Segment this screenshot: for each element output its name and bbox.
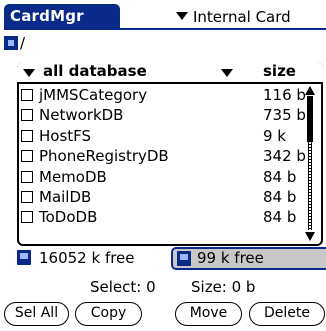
copy-button[interactable]: Copy — [75, 302, 142, 326]
db-size: 735 b — [263, 106, 306, 125]
db-name: jMMSCategory — [39, 86, 148, 104]
free-space-bar: 16052 k free 99 k free — [17, 247, 326, 271]
sel-all-button[interactable]: Sel All — [4, 302, 69, 326]
db-name: MemoDB — [39, 167, 107, 186]
db-size: 342 b — [263, 147, 306, 166]
current-path: / — [20, 34, 26, 52]
card-free-tab[interactable]: 99 k free — [171, 247, 326, 270]
path-bar[interactable]: / — [4, 34, 324, 56]
db-name: MailDB — [39, 187, 92, 206]
list-header: all database size — [17, 62, 323, 84]
row-checkbox[interactable] — [21, 89, 33, 101]
list-item[interactable]: jMMSCategory 116 b — [17, 85, 306, 105]
row-checkbox[interactable] — [21, 211, 33, 224]
scroll-thumb[interactable] — [307, 96, 313, 142]
db-size: 84 b — [263, 187, 297, 206]
db-size: 116 b — [263, 86, 306, 104]
move-button[interactable]: Move — [175, 302, 242, 326]
db-size: 9 k — [263, 126, 286, 145]
category-dropdown-icon[interactable] — [23, 69, 35, 77]
card-free-text: 99 k free — [197, 249, 264, 267]
sort-dropdown-icon[interactable] — [221, 69, 233, 77]
list-rows: jMMSCategory 116 b NetworkDB 735 b HostF… — [17, 85, 306, 228]
db-size: 84 b — [263, 208, 297, 227]
internal-free-text: 16052 k free — [39, 249, 135, 267]
row-checkbox[interactable] — [21, 109, 33, 122]
row-checkbox[interactable] — [21, 150, 33, 163]
size-column-header[interactable]: size — [263, 62, 296, 81]
db-name: ToDoDB — [39, 208, 98, 227]
row-checkbox[interactable] — [21, 170, 33, 183]
db-name: HostFS — [39, 126, 92, 145]
title-underline — [4, 28, 326, 30]
delete-button[interactable]: Delete — [249, 302, 325, 326]
row-checkbox[interactable] — [21, 129, 33, 142]
folder-icon — [4, 36, 18, 50]
list-item[interactable]: HostFS 9 k — [17, 126, 301, 146]
list-item[interactable]: MailDB 84 b — [17, 187, 301, 207]
internal-memory-icon — [17, 250, 31, 265]
list-item[interactable]: NetworkDB 735 b — [17, 105, 306, 125]
select-count: Select: 0 — [90, 278, 156, 296]
internal-free-tab[interactable]: 16052 k free — [17, 247, 167, 269]
title-bar: CardMgr Internal Card — [0, 0, 326, 30]
select-size: Size: 0 b — [191, 278, 256, 296]
db-name: PhoneRegistryDB — [39, 147, 169, 166]
memory-card-icon — [177, 251, 191, 266]
row-checkbox[interactable] — [21, 190, 33, 203]
scroll-down-arrow-icon[interactable] — [305, 232, 315, 241]
scrollbar[interactable] — [303, 86, 317, 242]
selection-status: Select: 0 Size: 0 b — [0, 277, 326, 297]
card-select-label: Internal Card — [193, 8, 291, 26]
scroll-up-arrow-icon[interactable] — [305, 86, 315, 95]
dropdown-triangle-icon — [176, 12, 188, 20]
list-item[interactable]: PhoneRegistryDB 342 b — [17, 146, 306, 166]
app-title[interactable]: CardMgr — [4, 4, 120, 28]
list-item[interactable]: ToDoDB 84 b — [17, 207, 301, 227]
db-size: 84 b — [263, 167, 297, 186]
card-select-dropdown[interactable]: Internal Card — [176, 6, 326, 28]
category-filter[interactable]: all database — [43, 62, 147, 81]
db-name: NetworkDB — [39, 106, 124, 125]
list-item[interactable]: MemoDB 84 b — [17, 167, 301, 187]
